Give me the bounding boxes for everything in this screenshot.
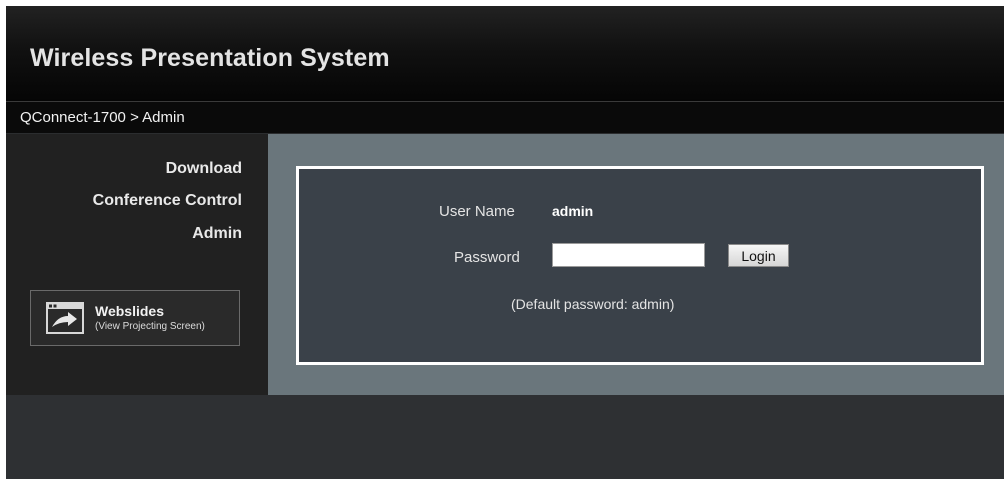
webslides-title: Webslides bbox=[95, 303, 164, 319]
login-panel: User Name admin Password Login (Default … bbox=[296, 166, 984, 365]
username-value: admin bbox=[552, 203, 594, 219]
app-title: Wireless Presentation System bbox=[30, 44, 390, 72]
sidebar: Download Conference Control Admin Websli… bbox=[6, 134, 268, 395]
password-input[interactable] bbox=[552, 243, 705, 267]
webslides-subtitle: (View Projecting Screen) bbox=[95, 321, 205, 332]
password-label: Password bbox=[454, 249, 520, 266]
sidebar-item-download[interactable]: Download bbox=[166, 160, 242, 178]
footer-area bbox=[6, 395, 1004, 479]
default-password-hint: (Default password: admin) bbox=[511, 296, 675, 312]
main-content: User Name admin Password Login (Default … bbox=[268, 134, 1004, 395]
sidebar-item-admin[interactable]: Admin bbox=[192, 225, 242, 243]
breadcrumb: QConnect-1700 > Admin bbox=[20, 109, 185, 126]
login-button[interactable]: Login bbox=[728, 244, 789, 267]
screen-arrow-icon bbox=[46, 302, 84, 334]
breadcrumb-bar: QConnect-1700 > Admin bbox=[6, 101, 1004, 133]
sidebar-item-conference-control[interactable]: Conference Control bbox=[93, 192, 242, 210]
header: Wireless Presentation System bbox=[6, 6, 1004, 101]
webslides-button[interactable]: Webslides (View Projecting Screen) bbox=[30, 290, 240, 346]
app-frame: Wireless Presentation System QConnect-17… bbox=[6, 6, 1004, 479]
username-label: User Name bbox=[439, 203, 515, 220]
